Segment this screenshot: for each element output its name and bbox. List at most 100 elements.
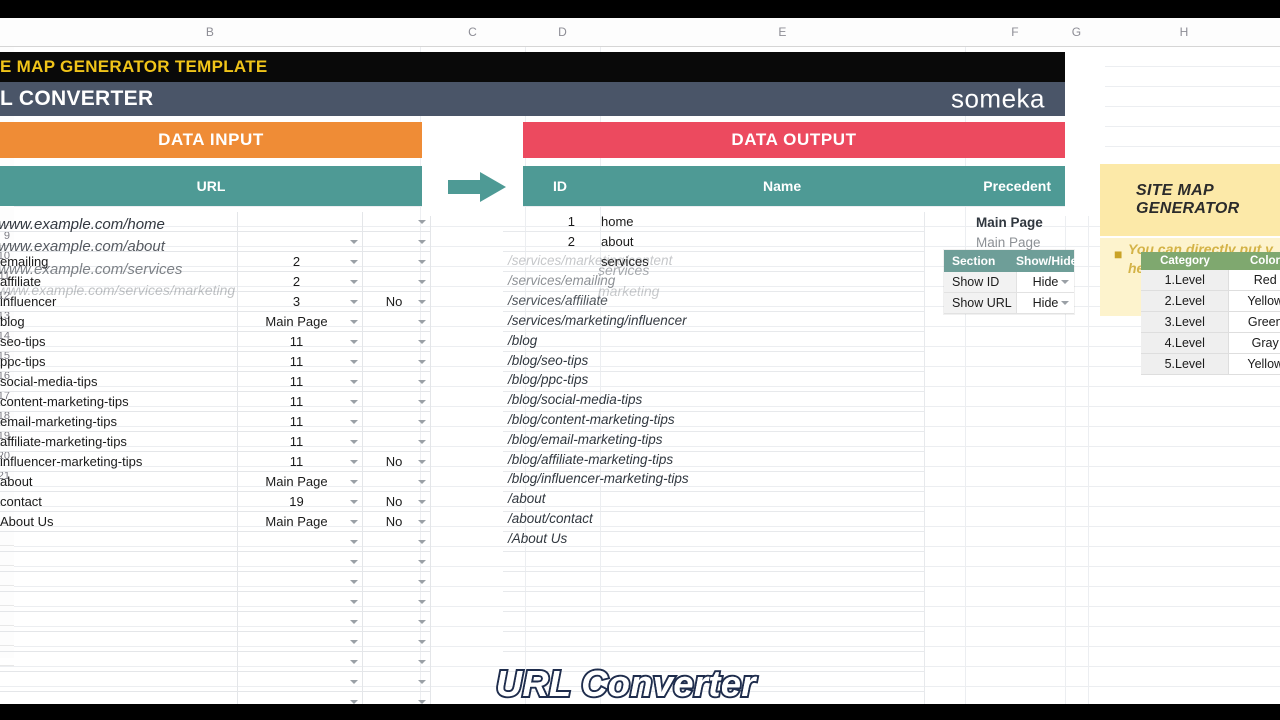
output-id-cell[interactable] [503, 252, 583, 272]
table-row[interactable] [503, 512, 925, 532]
flag-dropdown-arrow-icon[interactable] [413, 412, 431, 432]
flag-dropdown-arrow-icon[interactable] [413, 612, 431, 632]
output-id-cell[interactable] [503, 352, 583, 372]
table-row[interactable] [0, 652, 431, 672]
table-row[interactable] [503, 352, 925, 372]
input-name-cell[interactable] [0, 632, 238, 652]
output-name-cell[interactable] [583, 352, 813, 372]
flag-dropdown-arrow-icon[interactable] [413, 372, 431, 392]
flag-dropdown-arrow-icon[interactable] [413, 252, 431, 272]
precedent-dropdown-arrow-icon[interactable] [345, 372, 363, 392]
input-precedent-cell[interactable]: 19 [238, 492, 355, 512]
table-row[interactable]: email-marketing-tips 11 [0, 412, 431, 432]
output-name-cell[interactable]: services [583, 252, 813, 272]
flag-dropdown-arrow-icon[interactable] [413, 552, 431, 572]
input-precedent-cell[interactable] [238, 592, 355, 612]
output-name-cell[interactable] [583, 332, 813, 352]
output-id-cell[interactable] [503, 512, 583, 532]
table-row[interactable] [0, 232, 431, 252]
input-name-cell[interactable]: About Us [0, 512, 238, 532]
flag-dropdown-arrow-icon[interactable] [413, 272, 431, 292]
output-name-cell[interactable] [583, 312, 813, 332]
output-id-cell[interactable] [503, 272, 583, 292]
output-precedent-cell[interactable] [813, 392, 925, 412]
section-row[interactable]: Show ID Hide [944, 272, 1074, 293]
output-id-cell[interactable] [503, 492, 583, 512]
precedent-dropdown-arrow-icon[interactable] [345, 472, 363, 492]
output-precedent-cell[interactable] [813, 552, 925, 572]
input-precedent-cell[interactable]: Main Page [238, 472, 355, 492]
output-precedent-cell[interactable] [813, 252, 925, 272]
output-name-cell[interactable] [583, 292, 813, 312]
output-precedent-cell[interactable] [813, 592, 925, 612]
input-name-cell[interactable] [0, 672, 238, 692]
column-header-b[interactable]: B [0, 18, 421, 46]
table-row[interactable] [0, 672, 431, 692]
precedent-dropdown-arrow-icon[interactable] [345, 392, 363, 412]
section-row[interactable]: Show URL Hide [944, 293, 1074, 314]
precedent-dropdown-arrow-icon[interactable] [345, 312, 363, 332]
table-row[interactable]: services [503, 252, 925, 272]
flag-dropdown-arrow-icon[interactable] [413, 572, 431, 592]
table-row[interactable]: influencer-marketing-tips 11 No [0, 452, 431, 472]
flag-dropdown-arrow-icon[interactable] [413, 452, 431, 472]
precedent-dropdown-arrow-icon[interactable] [345, 272, 363, 292]
flag-dropdown-arrow-icon[interactable] [413, 532, 431, 552]
output-name-cell[interactable] [583, 592, 813, 612]
output-name-cell[interactable] [583, 412, 813, 432]
input-precedent-cell[interactable]: 11 [238, 392, 355, 412]
output-id-cell[interactable] [503, 632, 583, 652]
table-row[interactable] [503, 292, 925, 312]
precedent-dropdown-arrow-icon[interactable] [345, 492, 363, 512]
output-id-cell[interactable] [503, 392, 583, 412]
flag-dropdown-arrow-icon[interactable] [413, 652, 431, 672]
input-name-cell[interactable] [0, 232, 238, 252]
output-precedent-cell[interactable] [813, 532, 925, 552]
table-row[interactable] [503, 452, 925, 472]
table-row[interactable] [503, 532, 925, 552]
input-name-cell[interactable] [0, 572, 238, 592]
precedent-dropdown-arrow-icon[interactable] [345, 652, 363, 672]
input-precedent-cell[interactable] [238, 672, 355, 692]
table-row[interactable] [503, 412, 925, 432]
table-row[interactable]: influencer 3 No [0, 292, 431, 312]
input-name-cell[interactable]: about [0, 472, 238, 492]
output-id-cell[interactable] [503, 552, 583, 572]
section-show-hide-table[interactable]: Section Show/Hide Show ID Hide Show URL Hid… [944, 250, 1077, 314]
table-row[interactable]: 2 about [503, 232, 925, 252]
flag-dropdown-arrow-icon[interactable] [413, 492, 431, 512]
output-id-cell[interactable] [503, 372, 583, 392]
input-precedent-cell[interactable]: 3 [238, 292, 355, 312]
precedent-dropdown-arrow-icon[interactable] [345, 432, 363, 452]
table-row[interactable]: About Us Main Page No [0, 512, 431, 532]
input-precedent-cell[interactable]: 2 [238, 252, 355, 272]
table-row[interactable] [503, 432, 925, 452]
output-precedent-cell[interactable] [813, 512, 925, 532]
precedent-dropdown-arrow-icon[interactable] [345, 412, 363, 432]
input-precedent-cell[interactable]: 11 [238, 412, 355, 432]
table-row[interactable]: 1 home [503, 212, 925, 232]
flag-dropdown-arrow-icon[interactable] [413, 632, 431, 652]
table-row[interactable] [503, 392, 925, 412]
table-row[interactable]: content-marketing-tips 11 [0, 392, 431, 412]
output-name-cell[interactable] [583, 272, 813, 292]
output-precedent-cell[interactable] [813, 272, 925, 292]
output-precedent-cell[interactable] [813, 632, 925, 652]
table-row[interactable] [503, 472, 925, 492]
data-output-table[interactable]: 1 home 2 about services [503, 212, 925, 712]
output-id-cell[interactable] [503, 332, 583, 352]
input-precedent-cell[interactable]: Main Page [238, 312, 355, 332]
flag-dropdown-arrow-icon[interactable] [413, 352, 431, 372]
output-name-cell[interactable] [583, 372, 813, 392]
precedent-dropdown-arrow-icon[interactable] [345, 612, 363, 632]
input-precedent-cell[interactable]: 2 [238, 272, 355, 292]
input-name-cell[interactable]: emailing [0, 252, 238, 272]
output-id-cell[interactable] [503, 292, 583, 312]
flag-dropdown-arrow-icon[interactable] [413, 332, 431, 352]
input-name-cell[interactable] [0, 552, 238, 572]
input-name-cell[interactable]: social-media-tips [0, 372, 238, 392]
input-name-cell[interactable]: affiliate [0, 272, 238, 292]
input-precedent-cell[interactable] [238, 552, 355, 572]
flag-dropdown-arrow-icon[interactable] [413, 472, 431, 492]
output-name-cell[interactable] [583, 452, 813, 472]
